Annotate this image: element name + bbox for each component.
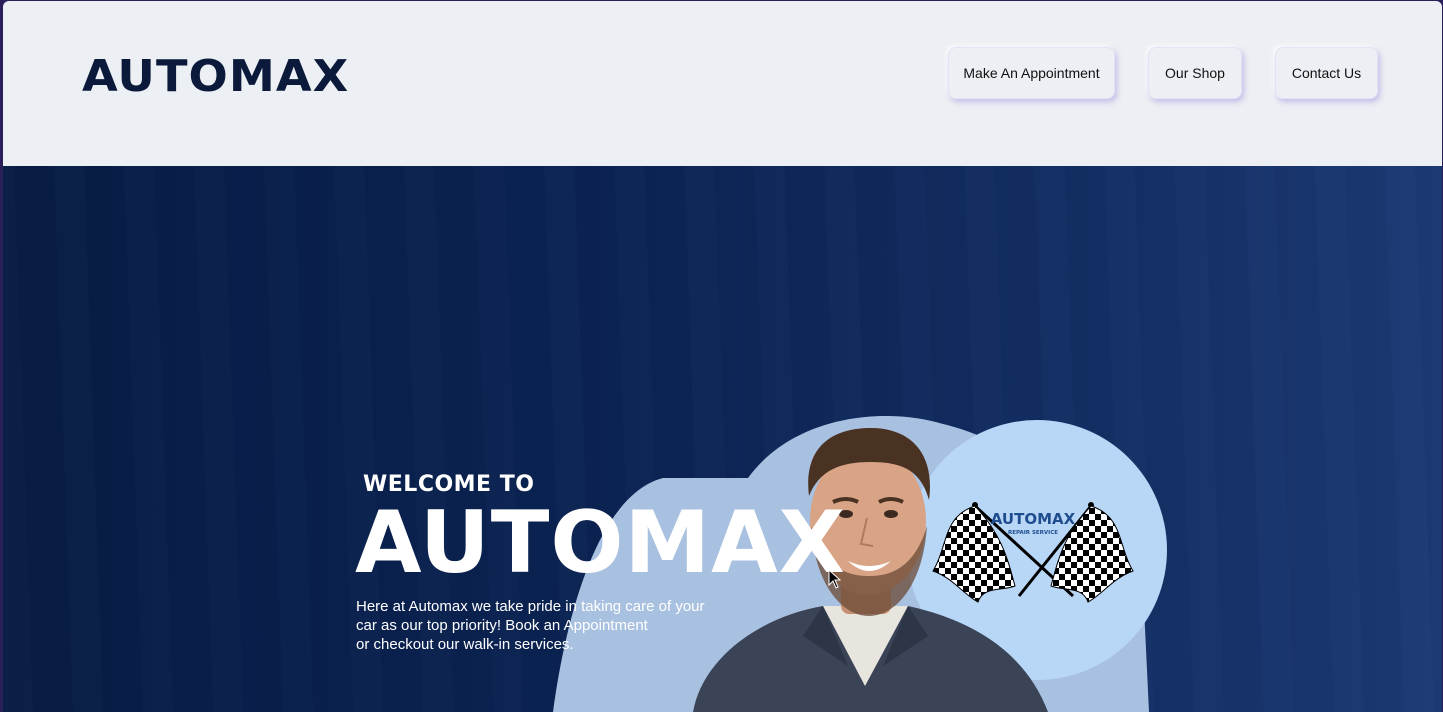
our-shop-button[interactable]: Our Shop xyxy=(1148,47,1242,99)
hero-title: AUTOMAX xyxy=(355,493,846,593)
contact-us-button[interactable]: Contact Us xyxy=(1275,47,1378,99)
make-appointment-button[interactable]: Make An Appointment xyxy=(948,47,1115,99)
browser-window: AUTOMAX Make An Appointment Our Shop Con… xyxy=(3,1,1442,712)
hero-section: AUTOMAX REPAIR SERVICE WELCOME TO AUTOMA… xyxy=(3,166,1442,712)
tagline-line: or checkout our walk-in services. xyxy=(356,636,574,653)
tagline-line: car as our top priority! Book an Appoint… xyxy=(356,617,648,634)
cursor-icon xyxy=(828,569,842,589)
badge-sub: REPAIR SERVICE xyxy=(1008,530,1058,536)
tagline-line: Here at Automax we take pride in taking … xyxy=(356,598,705,615)
site-logo[interactable]: AUTOMAX xyxy=(82,51,349,102)
hero-tagline: Here at Automax we take pride in taking … xyxy=(356,597,756,654)
site-header: AUTOMAX Make An Appointment Our Shop Con… xyxy=(3,1,1442,166)
badge-brand: AUTOMAX xyxy=(991,510,1076,528)
